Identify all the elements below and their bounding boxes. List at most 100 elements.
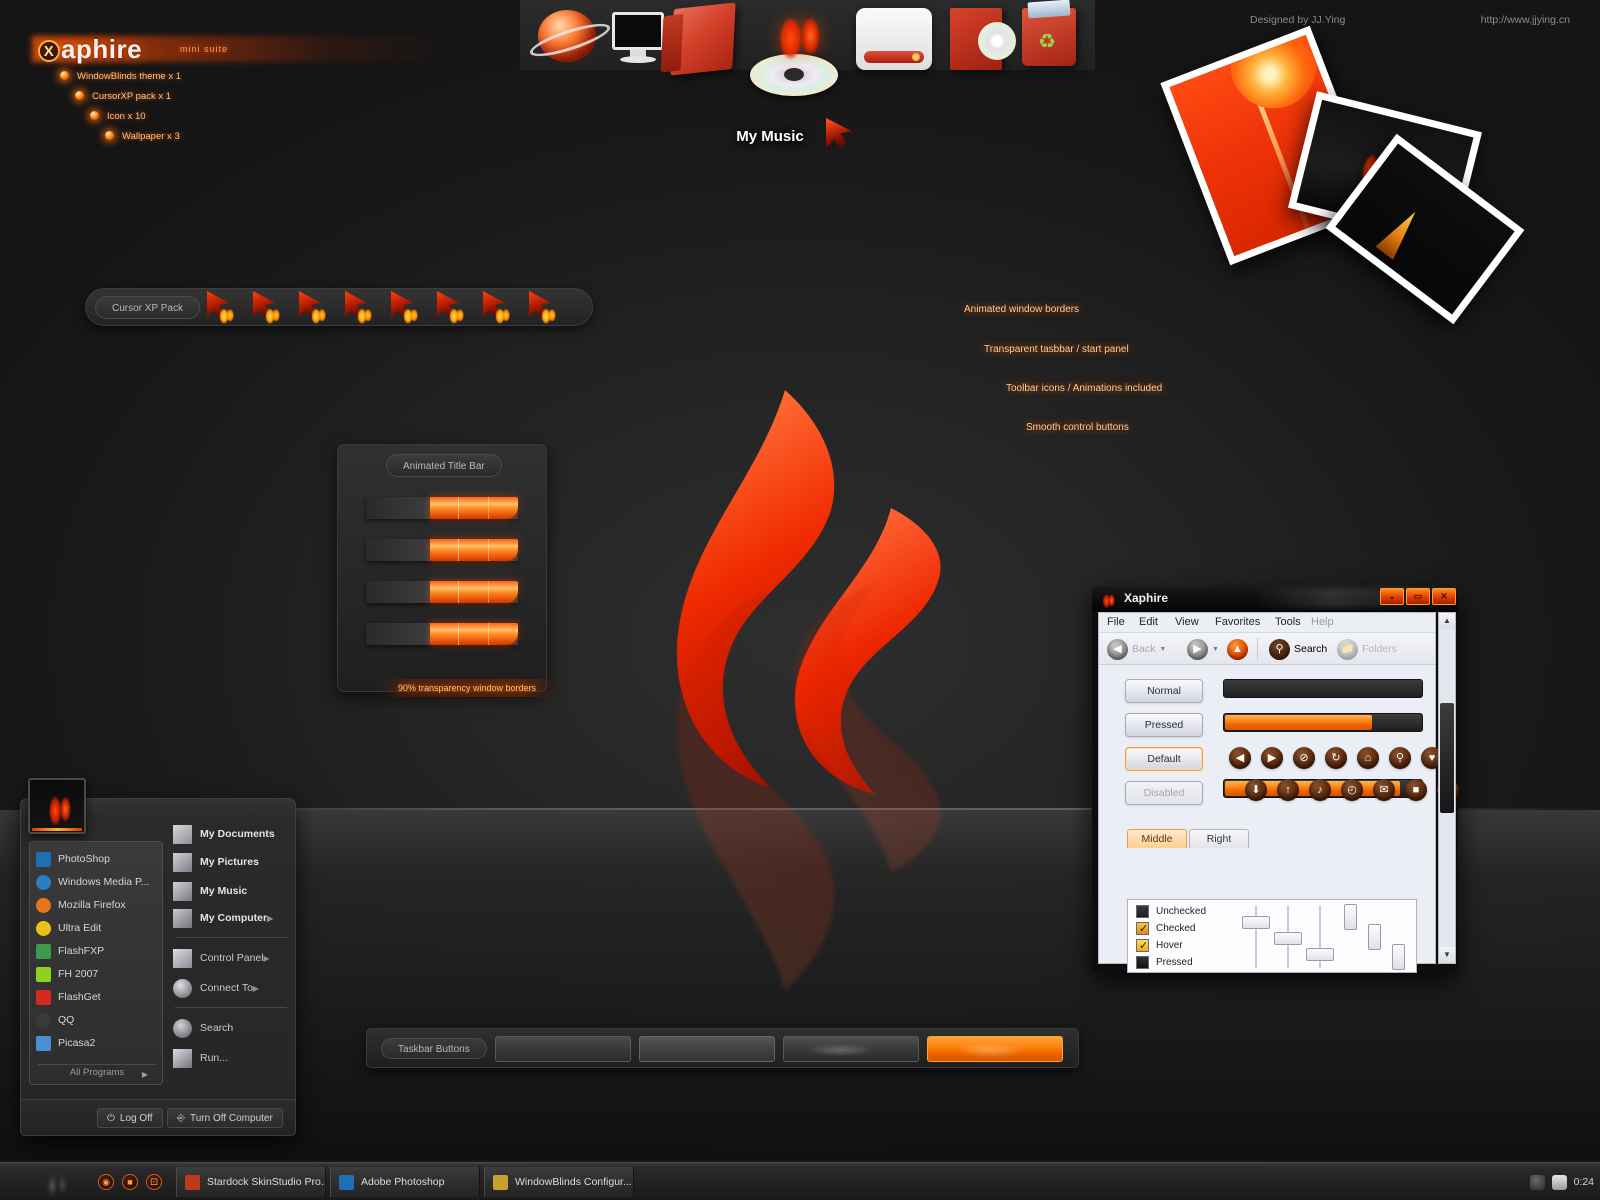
icon-back[interactable]: ◀ <box>1229 747 1251 769</box>
icon-search[interactable]: ⚲ <box>1389 747 1411 769</box>
monitor-icon[interactable] <box>608 12 668 63</box>
slider-vertical-3[interactable] <box>1306 906 1334 968</box>
slider-vertical-2[interactable] <box>1274 906 1302 968</box>
menu-favorites[interactable]: Favorites <box>1215 616 1260 628</box>
checkbox-row-checked[interactable]: ✓ Checked <box>1136 922 1195 935</box>
sidebar-item-run[interactable]: Run... <box>173 1045 228 1071</box>
quicklaunch-icon-2[interactable]: ■ <box>122 1174 138 1190</box>
list-item[interactable]: QQ <box>36 1009 74 1031</box>
network-globe-icon[interactable] <box>538 10 596 62</box>
icon-media[interactable]: ■ <box>1405 779 1427 801</box>
slider-thumb[interactable] <box>1344 904 1357 930</box>
slider-thumb[interactable] <box>1392 944 1405 970</box>
list-item[interactable]: Picasa2 <box>36 1032 95 1054</box>
taskbar-window-photoshop[interactable]: Adobe Photoshop <box>330 1167 480 1197</box>
list-item[interactable]: FH 2007 <box>36 963 98 985</box>
xaphire-preview-window[interactable]: Xaphire ⌄ ▭ ✕ File Edit View Favorites T… <box>1092 586 1459 973</box>
slider-vertical-1[interactable] <box>1242 906 1270 968</box>
maximize-button[interactable]: ▭ <box>1406 588 1430 605</box>
window-scrollbar[interactable]: ▲ ▼ <box>1438 612 1456 964</box>
button-pressed[interactable]: Pressed <box>1125 713 1203 737</box>
up-button[interactable]: ▲ <box>1227 638 1248 660</box>
chevron-down-icon[interactable]: ▼ <box>1159 646 1166 653</box>
list-item[interactable]: FlashGet <box>36 986 101 1008</box>
slider-thumb[interactable] <box>1274 932 1302 945</box>
cursor-sample[interactable] <box>296 291 334 325</box>
slider-thumb[interactable] <box>1368 924 1381 950</box>
slider-vertical-4[interactable] <box>1344 904 1360 970</box>
icon-clock[interactable]: ◴ <box>1341 779 1363 801</box>
taskbar-clock[interactable]: 0:24 <box>1574 1176 1594 1188</box>
icon-history[interactable]: ⬇ <box>1245 779 1267 801</box>
quicklaunch-icon-1[interactable]: ◉ <box>98 1174 114 1190</box>
icon-refresh[interactable]: ↻ <box>1325 747 1347 769</box>
icon-mail-up[interactable]: ↑ <box>1277 779 1299 801</box>
forward-button[interactable]: ▶ ▼ <box>1187 638 1219 660</box>
menu-edit[interactable]: Edit <box>1139 616 1158 628</box>
chevron-down-icon[interactable]: ▼ <box>1212 646 1219 653</box>
sidebar-item-my-computer[interactable]: My Computer ▶ <box>173 905 273 931</box>
scroll-up-button[interactable]: ▲ <box>1439 613 1455 629</box>
cd-case-icon[interactable] <box>950 8 1016 70</box>
cursor-sample[interactable] <box>526 291 564 325</box>
sidebar-item-my-documents[interactable]: My Documents <box>173 821 275 847</box>
taskbar-window-windowblinds[interactable]: WindowBlinds Configur... <box>484 1167 634 1197</box>
cursor-sample[interactable] <box>480 291 518 325</box>
sidebar-item-my-music[interactable]: My Music <box>173 878 247 904</box>
taskbar-window-skinstudio[interactable]: Stardock SkinStudio Pro... <box>176 1167 326 1197</box>
scroll-down-button[interactable]: ▼ <box>1439 947 1455 963</box>
cursor-sample[interactable] <box>250 291 288 325</box>
cursor-sample[interactable] <box>434 291 472 325</box>
start-button[interactable] <box>28 778 86 834</box>
list-item[interactable]: FlashFXP <box>36 940 104 962</box>
checkbox-hover-icon[interactable]: ✓ <box>1136 939 1149 952</box>
slider-vertical-5[interactable] <box>1368 904 1384 970</box>
search-button[interactable]: ⚲ Search <box>1269 638 1327 660</box>
checkbox-row-hover[interactable]: ✓ Hover <box>1136 939 1183 952</box>
tab-right[interactable]: Right <box>1189 829 1249 848</box>
folder-icon[interactable] <box>670 2 736 76</box>
checkbox-checked-icon[interactable]: ✓ <box>1136 922 1149 935</box>
cursor-sample[interactable] <box>342 291 380 325</box>
slider-vertical-6[interactable] <box>1392 904 1408 970</box>
taskbar-button-hover[interactable] <box>639 1036 775 1062</box>
checkbox-unchecked-icon[interactable] <box>1136 905 1149 918</box>
minimize-button[interactable]: ⌄ <box>1380 588 1404 605</box>
checkbox-row-pressed[interactable]: Pressed <box>1136 956 1193 969</box>
list-item[interactable]: Mozilla Firefox <box>36 894 126 916</box>
sidebar-item-my-pictures[interactable]: My Pictures <box>173 849 259 875</box>
window-titlebar[interactable]: Xaphire ⌄ ▭ ✕ <box>1092 586 1458 612</box>
menu-file[interactable]: File <box>1107 616 1125 628</box>
icon-home[interactable]: ⌂ <box>1357 747 1379 769</box>
hard-drive-icon[interactable] <box>856 8 932 70</box>
credits-url[interactable]: http://www.jjying.cn <box>1481 14 1570 26</box>
slider-thumb[interactable] <box>1306 948 1334 961</box>
icon-mail[interactable]: ✉ <box>1373 779 1395 801</box>
tab-middle[interactable]: Middle <box>1127 829 1187 848</box>
shield-tray-icon[interactable] <box>1551 1174 1567 1190</box>
all-programs-button[interactable]: All Programs ▶ <box>38 1064 156 1080</box>
menu-help[interactable]: Help <box>1311 616 1334 628</box>
list-item[interactable]: PhotoShop <box>36 848 110 870</box>
list-item[interactable]: Ultra Edit <box>36 917 101 939</box>
icon-stop[interactable]: ⊘ <box>1293 747 1315 769</box>
quicklaunch-icon-3[interactable]: ⚀ <box>146 1174 162 1190</box>
folders-button[interactable]: 📁 Folders <box>1337 638 1397 660</box>
close-button[interactable]: ✕ <box>1432 588 1456 605</box>
menu-view[interactable]: View <box>1175 616 1199 628</box>
checkbox-pressed-icon[interactable] <box>1136 956 1149 969</box>
network-tray-icon[interactable] <box>1529 1174 1545 1190</box>
menu-tools[interactable]: Tools <box>1275 616 1301 628</box>
icon-music[interactable]: ♪ <box>1309 779 1331 801</box>
checkbox-row-unchecked[interactable]: Unchecked <box>1136 905 1206 918</box>
scrollbar-thumb[interactable] <box>1440 703 1454 813</box>
taskbar-button-normal[interactable] <box>495 1036 631 1062</box>
taskbar-button-active[interactable] <box>927 1036 1063 1062</box>
log-off-button[interactable]: ⏻ Log Off <box>97 1108 163 1128</box>
slider-thumb[interactable] <box>1242 916 1270 929</box>
cursor-sample[interactable] <box>388 291 426 325</box>
back-button[interactable]: ◀ Back ▼ <box>1107 638 1166 660</box>
button-normal[interactable]: Normal <box>1125 679 1203 703</box>
sidebar-item-search[interactable]: Search <box>173 1015 233 1041</box>
button-default[interactable]: Default <box>1125 747 1203 771</box>
